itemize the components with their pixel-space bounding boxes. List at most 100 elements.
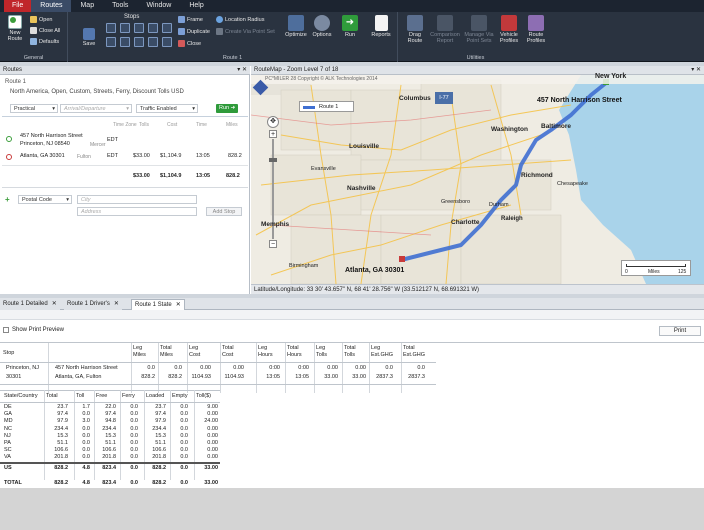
route-name[interactable]: Route 1 [5,79,26,85]
open-button[interactable]: Open [30,16,52,23]
state-cell: 0.00 [207,432,218,439]
menu-map[interactable]: Map [71,0,103,12]
menu-tools[interactable]: Tools [103,0,137,12]
print-preview-checkbox[interactable] [3,327,9,333]
run-route-button[interactable]: Run ➜ [216,104,239,113]
route-map[interactable]: RouteMap - Zoom Level 7 of 18 ▾ ✕ PC*MIL… [251,66,704,294]
state-cell: 97.9 [155,418,166,425]
reports-button[interactable]: Reports [366,15,396,38]
stop-delete-icon[interactable] [162,23,172,33]
create-via-button[interactable]: Create Via Point Set [216,28,275,35]
tab-label: Route 1 Driver's [67,301,110,307]
routing-type-select[interactable]: Practical ▾ [10,104,58,113]
state-cell: 0.0 [180,440,188,446]
location-radius-button[interactable]: Location Radius [216,16,264,23]
optimize-button[interactable]: Optimize [280,15,312,38]
stop-import-icon[interactable] [148,37,158,47]
stop-reorder-icon[interactable] [148,23,158,33]
total-cell: 0.0 [180,480,188,486]
menu-window[interactable]: Window [137,0,180,12]
col-cost: Cost [167,122,178,128]
drag-route-button[interactable]: Drag Route [401,15,429,44]
city-input[interactable]: City [77,195,197,204]
arrival-departure-select[interactable]: Arrival/Departure ▾ [60,104,132,113]
stop-add-icon[interactable] [106,23,116,33]
close-map-icon[interactable]: ▾ ✕ [691,66,701,75]
total-cell: 828.2 [152,480,166,486]
traffic-value: Traffic Enabled [140,106,177,112]
pan-control-icon[interactable]: ✥ [267,116,279,128]
close-all-button[interactable]: Close All [30,27,60,34]
state-cell: 97.4 [57,411,68,418]
report-cell: 828.2 [141,374,155,380]
state-cell: 201.8 [152,454,166,461]
add-stop-button[interactable]: Add Stop [206,207,242,216]
report-cell: 0:00 [269,365,280,371]
frame-label: Frame [187,16,203,23]
vehicle-profiles-button[interactable]: Vehicle Profiles [496,15,522,44]
add-stop-plus-icon[interactable]: + [5,195,10,204]
report-cell: 1104.93 [224,374,244,380]
postal-code-value: Postal Code [22,197,52,203]
report-column-header: Tolls [316,352,328,358]
zoom-slider-thumb[interactable] [269,158,277,162]
close-tab-icon[interactable]: ✕ [52,301,57,307]
stop-edit-icon[interactable] [134,23,144,33]
stop-up-icon[interactable] [106,37,116,47]
stop-export-icon[interactable] [162,37,172,47]
highway-shield: I-77 [435,92,453,104]
menu-file[interactable]: File [4,0,32,12]
defaults-button[interactable]: Defaults [30,38,59,45]
duplicate-button[interactable]: Duplicate [178,28,210,35]
traffic-select[interactable]: Traffic Enabled ▾ [136,104,198,113]
state-column-header: Toll($) [196,393,211,399]
tab-route1-detailed[interactable]: Route 1 Detailed ✕ [0,299,60,310]
tab-route1-drivers[interactable]: Route 1 Driver's ✕ [64,299,122,310]
state-cell: 9.00 [207,404,218,410]
comparison-report-button[interactable]: Comparison Report [428,15,462,44]
stop-insert-icon[interactable] [120,23,130,33]
state-column-header: Ferry [122,393,135,399]
col-timezone: Time Zone [113,122,137,128]
city-label: Richmond [521,172,553,179]
route-profiles-button[interactable]: Route Profiles [522,15,550,44]
state-cell: 0.0 [180,454,188,461]
state-cell: 201.8 [54,454,68,461]
menu-help[interactable]: Help [180,0,212,12]
manage-via-button[interactable]: Manage Via Point Sets [462,15,496,44]
zoom-in-icon[interactable]: + [269,130,277,138]
stop-city: Princeton, NJ 08540 [20,141,70,147]
stop-reverse-icon[interactable] [134,37,144,47]
run-button[interactable]: ➜ Run [338,15,362,38]
tab-route1-state[interactable]: Route 1 State ✕ [131,299,185,310]
options-button[interactable]: Options [309,15,335,38]
stop-down-icon[interactable] [120,37,130,47]
print-button[interactable]: Print [659,326,701,336]
routes-panel-title: Routes [3,67,23,73]
postal-code-select[interactable]: Postal Code ▾ [18,195,72,204]
city-label: Greensboro [441,199,471,205]
save-icon [83,28,95,40]
state-cell: SC [4,447,12,454]
address-placeholder: Address [81,209,102,215]
gear-icon [314,15,330,31]
address-input[interactable]: Address [77,207,197,216]
manage-via-label: Manage Via Point Sets [464,32,494,44]
close-route-button[interactable]: Close [178,40,201,47]
new-route-button[interactable]: New Route [3,15,27,42]
map-scale: 0 Miles 125 [621,260,691,276]
frame-button[interactable]: Frame [178,16,203,23]
run-arrow-icon: ➜ [342,15,358,31]
menu-routes[interactable]: Routes [31,0,72,12]
total-cell: 0.0 [130,465,138,471]
zoom-out-icon[interactable]: − [269,240,277,248]
close-tab-icon[interactable]: ✕ [114,301,119,307]
city-label: Durham [489,202,509,208]
close-tab-icon[interactable]: ✕ [176,302,181,308]
stop-address: Atlanta, GA, Fulton [55,374,102,380]
close-panel-icon[interactable]: ▾ ✕ [237,66,247,75]
state-cell: 0.0 [130,418,138,425]
report-cell: 13:05 [266,374,280,380]
run-label: Run [344,32,356,38]
save-button[interactable]: Save [74,14,104,47]
